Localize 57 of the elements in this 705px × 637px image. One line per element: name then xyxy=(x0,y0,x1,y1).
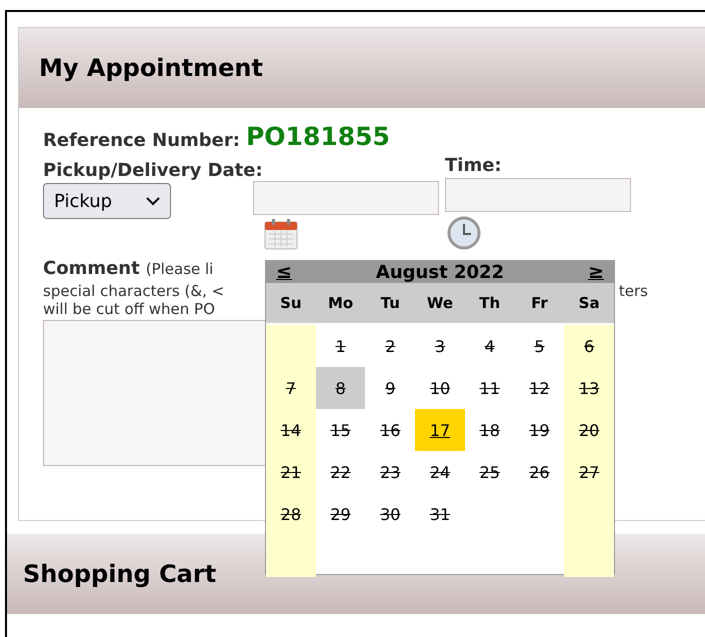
calendar-day: 31 xyxy=(415,493,465,535)
comment-label: Comment xyxy=(43,260,140,278)
calendar-day: 6 xyxy=(564,325,614,367)
calendar-day: 24 xyxy=(415,451,465,493)
calendar-day: 15 xyxy=(316,409,366,451)
calendar-day: 23 xyxy=(365,451,416,493)
calendar-day: 4 xyxy=(464,325,515,367)
calendar-day: 11 xyxy=(464,367,515,409)
weekday-header: Fr xyxy=(514,283,564,323)
date-label: Pickup/Delivery Date: xyxy=(43,160,264,181)
calendar-day: 10 xyxy=(415,367,465,409)
calendar-day: 16 xyxy=(365,409,416,451)
weekday-header: Tu xyxy=(365,283,416,323)
chevron-down-icon xyxy=(146,196,160,206)
calendar-day: 27 xyxy=(564,451,614,493)
calendar-day: 12 xyxy=(514,367,564,409)
comment-note: (Please li xyxy=(146,260,214,278)
time-label: Time: xyxy=(445,155,503,176)
comment-note: special characters (&, < xyxy=(43,282,224,300)
calendar-day: 19 xyxy=(514,409,564,451)
next-month-link[interactable]: ≥ xyxy=(588,261,604,283)
calendar-day: 9 xyxy=(365,367,416,409)
calendar-day: 22 xyxy=(316,451,366,493)
calendar-day: 25 xyxy=(464,451,515,493)
reference-label: Reference Number: xyxy=(43,130,240,151)
calendar-day: 29 xyxy=(316,493,366,535)
calendar-day: 30 xyxy=(365,493,416,535)
month-title: August 2022 xyxy=(376,262,504,282)
calendar-day: 14 xyxy=(266,409,316,451)
panel-title: My Appointment xyxy=(19,28,705,108)
calendar-day: 1 xyxy=(316,325,366,367)
type-select[interactable]: Pickup xyxy=(43,183,171,219)
weekday-header: Su xyxy=(266,283,316,323)
clock-icon[interactable] xyxy=(447,216,481,250)
calendar-day: 7 xyxy=(266,367,316,409)
calendar-day: 13 xyxy=(564,367,614,409)
calendar-day: 20 xyxy=(564,409,614,451)
calendar-day: 21 xyxy=(266,451,316,493)
calendar-icon[interactable] xyxy=(264,218,298,250)
weekday-header: Mo xyxy=(316,283,366,323)
weekday-header: We xyxy=(415,283,465,323)
weekday-header: Th xyxy=(464,283,515,323)
calendar-day: 28 xyxy=(266,493,316,535)
calendar-day: 3 xyxy=(415,325,465,367)
calendar-day: 26 xyxy=(514,451,564,493)
calendar-day[interactable]: 17 xyxy=(415,409,465,451)
calendar-day: 5 xyxy=(514,325,564,367)
weekday-header: Sa xyxy=(564,283,614,323)
calendar-day: 8 xyxy=(316,367,366,409)
prev-month-link[interactable]: ≤ xyxy=(276,261,292,283)
date-input[interactable] xyxy=(253,181,439,215)
calendar-day: 18 xyxy=(464,409,515,451)
comment-note: will be cut off when PO xyxy=(43,300,215,318)
calendar-day: 2 xyxy=(365,325,416,367)
time-input[interactable] xyxy=(445,178,631,212)
reference-number: PO181855 xyxy=(246,122,390,151)
comment-note: ters xyxy=(618,282,648,300)
